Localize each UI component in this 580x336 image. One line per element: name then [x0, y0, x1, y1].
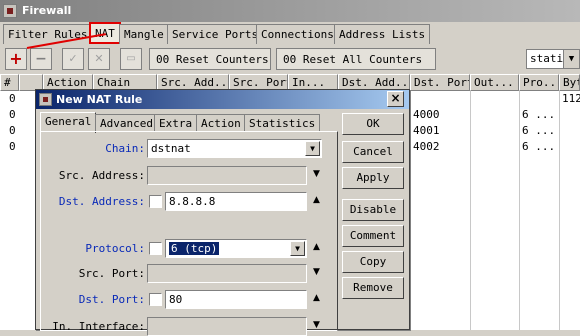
check-icon: ✓	[68, 52, 78, 65]
col-dst-port[interactable]: Dst. Port	[410, 74, 470, 91]
chevron-down-icon: ▼	[563, 50, 579, 68]
comment-button[interactable]: ▭	[120, 48, 142, 70]
protocol-value: 6 (tcp)	[169, 242, 220, 255]
comment-rule-button[interactable]: Comment	[342, 225, 404, 247]
in-interface-label: In. Interface:	[52, 320, 145, 333]
expand-arrow-icon[interactable]: ▼	[313, 267, 320, 277]
disable-rule-button[interactable]: Disable	[342, 199, 404, 221]
src-address-field[interactable]	[147, 166, 307, 185]
remove-rule-button[interactable]: Remove	[342, 277, 404, 299]
collapse-arrow-icon[interactable]: ▲	[313, 195, 320, 205]
tab-action[interactable]: Action	[196, 114, 246, 132]
chain-select[interactable]: dstnat ▼	[147, 139, 322, 158]
dst-address-label: Dst. Address:	[58, 195, 145, 208]
tab-general[interactable]: General	[40, 112, 97, 133]
column-divider	[470, 91, 471, 330]
x-icon: ✕	[94, 52, 104, 65]
row-marker: 0	[9, 140, 16, 153]
close-icon[interactable]: ×	[387, 91, 404, 107]
tab-address-lists[interactable]: Address Lists	[334, 24, 431, 44]
chain-value: dstnat	[151, 142, 191, 155]
dst-address-negate-checkbox[interactable]	[149, 195, 162, 208]
row-bytes: 112	[562, 92, 580, 105]
protocol-negate-checkbox[interactable]	[149, 242, 162, 255]
tab-connections[interactable]: Connections	[256, 24, 339, 44]
add-button[interactable]: +	[5, 48, 27, 70]
tab-statistics[interactable]: Statistics	[244, 114, 321, 132]
dst-address-input[interactable]: 8.8.8.8	[165, 192, 307, 211]
row-protocol: 6 ...	[522, 124, 556, 137]
collapse-arrow-icon[interactable]: ▲	[313, 242, 320, 252]
column-divider	[559, 91, 560, 330]
row-dst-port: 4001	[413, 124, 440, 137]
filter-select[interactable]: static ▼	[526, 49, 580, 69]
dst-port-label: Dst. Port:	[78, 293, 145, 306]
remove-button[interactable]: −	[30, 48, 52, 70]
col-protocol[interactable]: Pro...	[519, 74, 559, 91]
col-bytes[interactable]: Byt	[559, 74, 580, 91]
note-icon: ▭	[126, 53, 136, 64]
copy-rule-button[interactable]: Copy	[342, 251, 404, 273]
chevron-down-icon: ▼	[305, 141, 320, 156]
app-icon	[39, 93, 52, 106]
app-icon	[3, 4, 17, 18]
row-marker: 0	[9, 108, 16, 121]
minus-icon: −	[35, 51, 47, 67]
in-interface-select[interactable]	[147, 317, 307, 336]
row-dst-port: 4000	[413, 108, 440, 121]
tab-bar: Filter Rules NAT Mangle Service Ports Co…	[0, 22, 580, 44]
src-address-label: Src. Address:	[58, 169, 145, 182]
chevron-down-icon: ▼	[290, 241, 305, 256]
row-protocol: 6 ...	[522, 140, 556, 153]
plus-icon: +	[9, 49, 23, 68]
reset-counters-button[interactable]: 00 Reset Counters	[149, 48, 271, 70]
window-title: Firewall	[22, 4, 72, 17]
tab-mangle[interactable]: Mangle	[119, 24, 169, 44]
window-title-bar: Firewall	[0, 0, 580, 22]
tab-filter-rules[interactable]: Filter Rules	[3, 24, 93, 44]
chain-label: Chain:	[105, 142, 145, 155]
apply-button[interactable]: Apply	[342, 167, 404, 189]
toolbar: + − ✓ ✕ ▭ 00 Reset Counters 00 Reset All…	[0, 46, 580, 73]
dialog-title: New NAT Rule	[56, 93, 143, 106]
tab-advanced[interactable]: Advanced	[95, 114, 158, 132]
src-port-field[interactable]	[147, 264, 307, 283]
row-marker: 0	[9, 92, 16, 105]
reset-all-counters-button[interactable]: 00 Reset All Counters	[276, 48, 436, 70]
dialog-title-bar: New NAT Rule ×	[36, 90, 409, 109]
ok-button[interactable]: OK	[342, 113, 404, 135]
row-marker: 0	[9, 124, 16, 137]
dst-port-negate-checkbox[interactable]	[149, 293, 162, 306]
expand-arrow-icon[interactable]: ▼	[313, 169, 320, 179]
dst-port-input[interactable]: 80	[165, 290, 307, 309]
src-port-label: Src. Port:	[78, 267, 145, 280]
cancel-button[interactable]: Cancel	[342, 141, 404, 163]
tab-service-ports[interactable]: Service Ports	[167, 24, 264, 44]
collapse-arrow-icon[interactable]: ▲	[313, 293, 320, 303]
protocol-label: Protocol:	[85, 242, 145, 255]
expand-arrow-icon[interactable]: ▼	[313, 320, 320, 330]
row-protocol: 6 ...	[522, 108, 556, 121]
general-tab-panel: Chain: dstnat ▼ Src. Address: ▼ Dst. Add…	[40, 131, 338, 336]
col-index[interactable]: #	[0, 74, 19, 91]
enable-button[interactable]: ✓	[62, 48, 84, 70]
col-out-interface[interactable]: Out...	[470, 74, 519, 91]
disable-button[interactable]: ✕	[88, 48, 110, 70]
new-nat-rule-dialog: New NAT Rule × General Advanced Extra Ac…	[35, 89, 410, 336]
protocol-select[interactable]: 6 (tcp) ▼	[165, 239, 307, 258]
row-dst-port: 4002	[413, 140, 440, 153]
tab-extra[interactable]: Extra	[154, 114, 198, 132]
